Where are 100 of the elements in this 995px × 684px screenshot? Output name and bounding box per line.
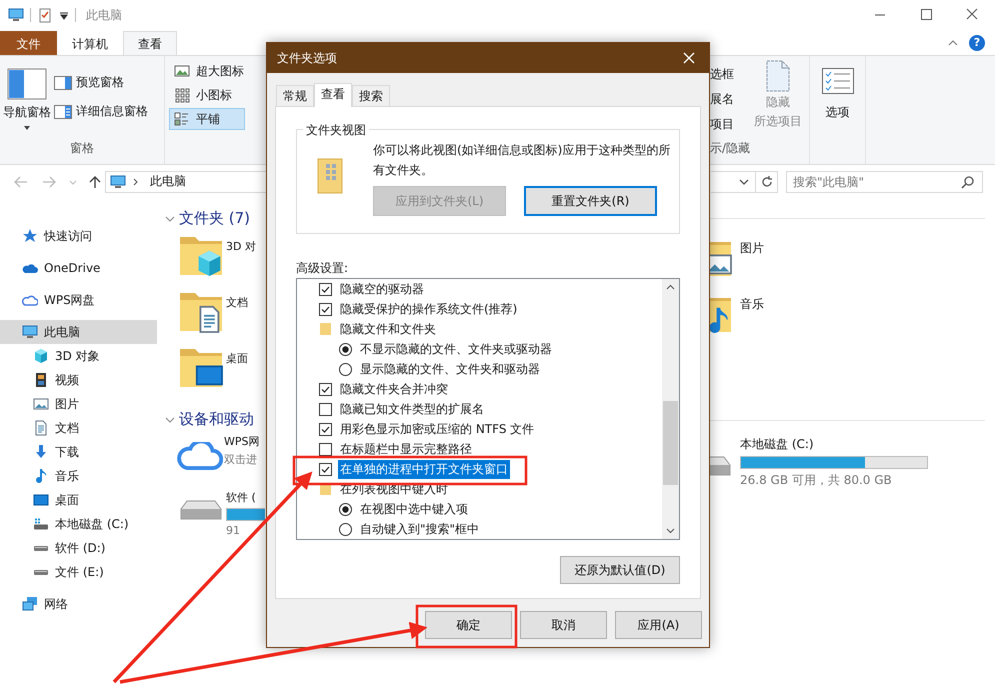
pane-layout-icon: [54, 76, 72, 90]
setting-label[interactable]: 隐藏已知文件类型的扩展名: [338, 400, 486, 418]
preview-pane-button[interactable]: 预览窗格: [54, 74, 148, 91]
checkbox[interactable]: [319, 402, 332, 416]
item-name[interactable]: 3D 对: [226, 239, 256, 254]
options-button[interactable]: 选项: [810, 56, 865, 121]
restore-defaults-button[interactable]: 还原为默认值(D): [560, 556, 680, 584]
nav-item[interactable]: 网络: [0, 592, 157, 616]
setting-label[interactable]: 隐藏文件夹合并冲突: [338, 380, 450, 398]
layout-option[interactable]: 小图标: [169, 84, 245, 106]
nav-item[interactable]: 视频: [0, 368, 157, 392]
ok-button[interactable]: 确定: [425, 611, 512, 639]
item-name[interactable]: 音乐: [740, 296, 764, 313]
reset-folders-button[interactable]: 重置文件夹(R): [524, 186, 657, 216]
image-icon: [174, 63, 190, 79]
option-label[interactable]: 选框: [710, 66, 750, 83]
cloud-icon: [177, 442, 223, 470]
music-note-icon: [33, 468, 49, 484]
item-name[interactable]: 软件 (: [226, 490, 265, 505]
setting-label[interactable]: 隐藏空的驱动器: [338, 280, 426, 298]
checkbox[interactable]: [319, 462, 332, 476]
checkbox[interactable]: [319, 302, 332, 316]
layout-option[interactable]: 平铺: [169, 108, 245, 130]
chevron-down-icon[interactable]: [165, 414, 175, 424]
drive-icon: [33, 544, 49, 552]
nav-item[interactable]: 快速访问: [0, 224, 157, 248]
nav-item[interactable]: 音乐: [0, 464, 157, 488]
radio-button[interactable]: [339, 362, 352, 376]
help-button[interactable]: ?: [969, 34, 985, 50]
section-title[interactable]: 设备和驱动: [179, 410, 254, 429]
address-field[interactable]: 此电脑: [105, 170, 266, 192]
computer-icon: [22, 324, 38, 340]
ribbon-tab[interactable]: 查看: [123, 31, 177, 55]
nav-item[interactable]: 桌面: [0, 488, 157, 512]
setting-label[interactable]: 用彩色显示加密或压缩的 NTFS 文件: [338, 420, 536, 438]
item-name[interactable]: 桌面: [226, 351, 248, 366]
apply-button[interactable]: 应用(A): [615, 611, 702, 639]
checkbox[interactable]: [319, 282, 332, 296]
computer-icon: [8, 7, 24, 23]
document-icon: [33, 420, 49, 436]
tab[interactable]: 常规: [276, 85, 314, 106]
setting-label[interactable]: 在视图中选中键入项: [358, 500, 470, 518]
search-field[interactable]: 搜索"此电脑": [786, 170, 983, 192]
item-detail: 双击进: [224, 452, 258, 467]
layout-option[interactable]: 超大图标: [169, 60, 245, 82]
scrollbar[interactable]: [662, 279, 679, 539]
navigation-pane-button[interactable]: 导航窗格: [0, 56, 54, 140]
pane-layout-icon: [7, 68, 47, 100]
nav-item[interactable]: 此电脑: [0, 320, 157, 344]
nav-item[interactable]: 文件 (E:): [0, 560, 157, 584]
checkbox[interactable]: [319, 382, 332, 396]
details-pane-button[interactable]: 详细信息窗格: [54, 103, 148, 120]
setting-label[interactable]: 不显示隐藏的文件、文件夹或驱动器: [358, 340, 554, 358]
setting-label[interactable]: 隐藏受保护的操作系统文件(推荐): [338, 300, 520, 318]
group-title: 文件夹视图: [303, 122, 369, 139]
checkbox[interactable]: [319, 442, 332, 456]
section-title[interactable]: 文件夹 (7): [179, 209, 250, 228]
file-tab[interactable]: 文件: [0, 31, 57, 55]
scroll-thumb[interactable]: [663, 401, 678, 485]
item-name[interactable]: 文档: [226, 295, 248, 310]
chevron-down-icon[interactable]: [165, 214, 175, 224]
nav-item[interactable]: 软件 (D:): [0, 536, 157, 560]
setting-label[interactable]: 在标题栏中显示完整路径: [338, 440, 474, 458]
radio-button[interactable]: [339, 342, 352, 356]
group-label: 隐藏文件和文件夹: [339, 320, 437, 338]
nav-item[interactable]: WPS网盘: [0, 288, 157, 312]
desktop-icon: [33, 492, 49, 508]
page-icon: [766, 60, 790, 92]
dialog-title: 文件夹选项: [277, 50, 337, 66]
nav-item[interactable]: 3D 对象: [0, 344, 157, 368]
radio-button[interactable]: [339, 502, 352, 516]
setting-label[interactable]: 自动键入到"搜索"框中: [358, 520, 482, 538]
image-icon: [33, 396, 49, 412]
folder-icon: [317, 156, 343, 196]
nav-item[interactable]: 下载: [0, 440, 157, 464]
clipboard-check-icon[interactable]: [37, 7, 53, 23]
nav-item[interactable]: 本地磁盘 (C:): [0, 512, 157, 536]
grid-icon: [174, 87, 190, 103]
cancel-button[interactable]: 取消: [520, 611, 607, 639]
tab[interactable]: 搜索: [352, 85, 390, 106]
setting-label[interactable]: 显示隐藏的文件、文件夹和驱动器: [358, 360, 542, 378]
radio-button[interactable]: [339, 522, 352, 536]
option-label[interactable]: 项目: [710, 116, 750, 133]
nav-item[interactable]: 图片: [0, 392, 157, 416]
description-text: 你可以将此视图(如详细信息或图标)应用于这种类型的所有文件夹。: [373, 142, 672, 179]
network-icon: [22, 596, 38, 612]
nav-item[interactable]: 文档: [0, 416, 157, 440]
close-icon[interactable]: [681, 50, 697, 66]
search-icon: [961, 174, 975, 188]
tab[interactable]: 查看: [314, 83, 352, 107]
ribbon-tab[interactable]: 计算机: [57, 31, 123, 55]
item-name[interactable]: 图片: [740, 240, 764, 257]
item-name[interactable]: WPS网: [224, 434, 260, 449]
checkbox[interactable]: [319, 422, 332, 436]
refresh-button[interactable]: [756, 170, 778, 192]
nav-item[interactable]: OneDrive: [0, 256, 157, 280]
setting-label[interactable]: 在单独的进程中打开文件夹窗口: [338, 460, 510, 478]
item-name[interactable]: 本地磁盘 (C:): [740, 436, 928, 453]
option-label[interactable]: 展名: [710, 91, 750, 108]
group-label: 示/隐藏: [710, 140, 752, 157]
